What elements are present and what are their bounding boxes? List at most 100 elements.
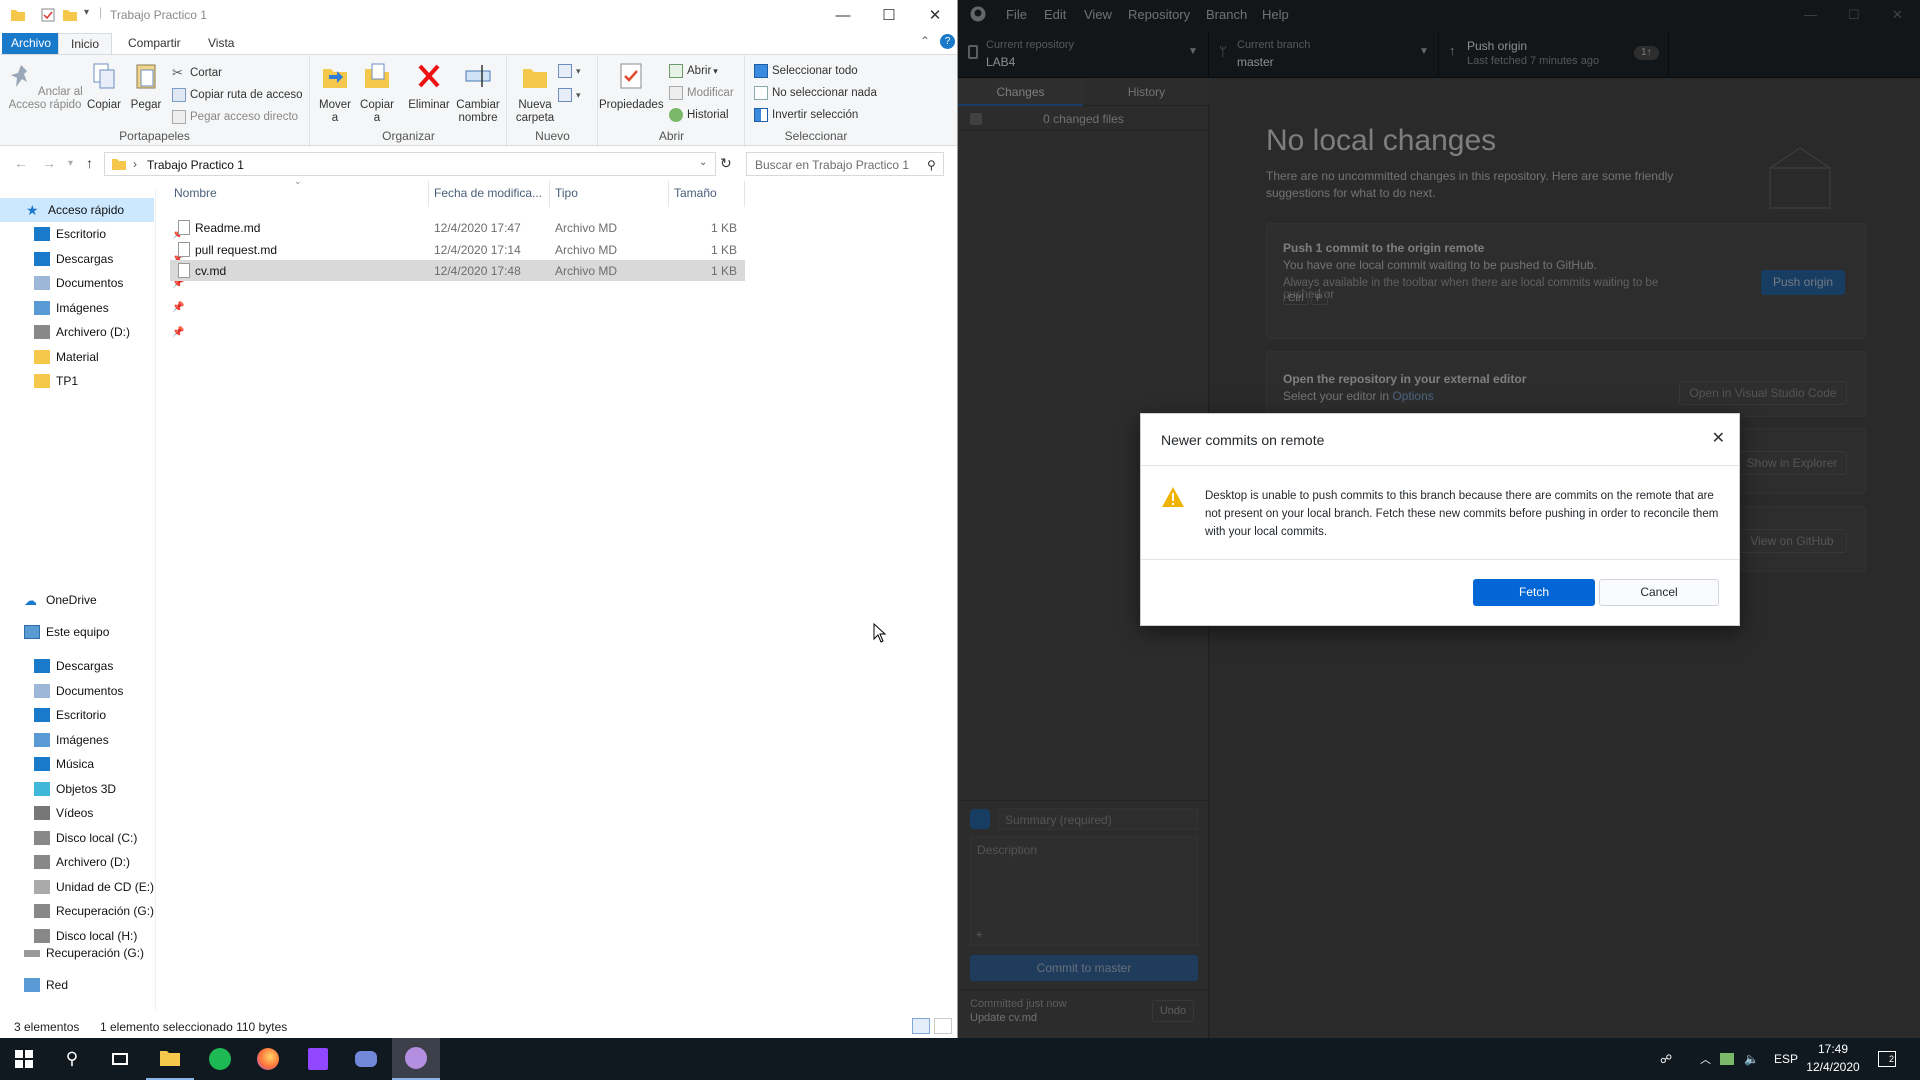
collapse-ribbon-icon[interactable]: ⌃ [920, 34, 930, 48]
close-button[interactable]: ✕ [912, 0, 957, 30]
pin-icon[interactable]: 📌 [172, 302, 184, 313]
tab-inicio[interactable]: Inicio [58, 33, 113, 55]
task-view-icon[interactable] [96, 1038, 144, 1080]
paste-shortcut-button[interactable]: Pegar acceso directo [172, 107, 298, 127]
nav-quick-item[interactable]: Imágenes 📌 [34, 296, 184, 320]
invert-selection-button[interactable]: Invertir selección [754, 105, 858, 125]
nav-quick-item[interactable]: Material [34, 345, 99, 369]
volume-icon[interactable]: 🔈 [1744, 1038, 1759, 1080]
nav-onedrive[interactable]: ☁ OneDrive [24, 588, 97, 612]
forward-arrow-icon[interactable]: → [42, 155, 56, 171]
pin-quick-access-button[interactable]: Anclar al Acceso rápido [6, 61, 84, 112]
col-tamano[interactable]: Tamaño [674, 186, 717, 206]
address-field[interactable]: › Trabajo Practico 1 ⌄ [104, 152, 716, 176]
cancel-button[interactable]: Cancel [1599, 579, 1719, 606]
tab-archivo[interactable]: Archivo [2, 33, 61, 54]
table-row[interactable]: cv.md 12/4/2020 17:48 Archivo MD 1 KB [170, 260, 745, 281]
nav-pc-item[interactable]: Imágenes [34, 728, 109, 752]
copy-path-button[interactable]: Copiar ruta de acceso [172, 85, 303, 105]
back-arrow-icon[interactable]: ← [14, 155, 28, 171]
file-explorer-taskbar-icon[interactable] [146, 1038, 194, 1080]
col-tipo[interactable]: Tipo [555, 186, 578, 206]
properties-icon[interactable] [40, 7, 56, 23]
nav-quick-item[interactable]: Archivero (D:) 📌 [34, 320, 184, 344]
nav-pc-item[interactable]: Documentos [34, 679, 123, 703]
nav-quick-item[interactable]: Documentos 📌 [34, 271, 184, 295]
nav-recuperacion[interactable]: Recuperación (G:) [24, 941, 144, 965]
col-fecha[interactable]: Fecha de modifica... [434, 186, 542, 206]
table-row[interactable]: pull request.md 12/4/2020 17:14 Archivo MD… [170, 239, 745, 260]
people-icon[interactable]: ☍ [1660, 1038, 1672, 1080]
tab-compartir[interactable]: Compartir [116, 33, 193, 54]
search-input[interactable]: Buscar en Trabajo Practico 1 ⚲ [746, 152, 944, 176]
cut-button[interactable]: ✂ Cortar [172, 63, 222, 83]
table-row[interactable]: Readme.md 12/4/2020 17:47 Archivo MD 1 KB [170, 217, 745, 238]
paste-button[interactable]: Pegar [126, 61, 166, 112]
properties-button[interactable]: Propiedades [599, 61, 664, 112]
move-to-button[interactable]: Mover a [315, 61, 355, 125]
details-view-icon[interactable] [912, 1018, 930, 1034]
large-icons-view-icon[interactable] [934, 1018, 952, 1034]
nav-pc-item[interactable]: Objetos 3D [34, 777, 116, 801]
start-button[interactable] [0, 1038, 48, 1080]
tab-vista[interactable]: Vista [196, 33, 246, 54]
chevron-down-icon[interactable]: ⌄ [699, 157, 707, 168]
firefox-icon[interactable] [244, 1038, 292, 1080]
spotify-icon[interactable] [196, 1038, 244, 1080]
nav-acceso-rapido[interactable]: ★ Acceso rápido [0, 198, 154, 222]
nav-pc-item[interactable]: Disco local (C:) [34, 826, 137, 850]
nav-red[interactable]: Red [24, 973, 68, 997]
search-taskbar-icon[interactable]: ⚲ [48, 1038, 96, 1080]
col-nombre[interactable]: Nombre [174, 186, 217, 206]
delete-button[interactable]: Eliminar [407, 61, 451, 112]
twitch-icon[interactable] [294, 1038, 342, 1080]
fetch-button[interactable]: Fetch [1473, 579, 1595, 606]
select-all-button[interactable]: Seleccionar todo [754, 61, 858, 81]
new-item-button[interactable]: ▾ [558, 61, 581, 81]
nav-pc-item[interactable]: Recuperación (G:) [34, 899, 154, 923]
language-indicator[interactable]: ESP [1774, 1038, 1798, 1080]
nav-pc-item[interactable]: Descargas [34, 654, 113, 678]
show-hidden-icons-icon[interactable]: ︿ [1700, 1038, 1711, 1080]
nav-pc-item[interactable]: Música [34, 752, 94, 776]
nav-quick-item[interactable]: Descargas 📌 [34, 247, 184, 271]
nav-pc-item[interactable]: Escritorio [34, 703, 106, 727]
nav-pc-item[interactable]: Vídeos [34, 801, 93, 825]
rename-button[interactable]: Cambiar nombre [453, 61, 503, 125]
minimize-button[interactable]: — [820, 0, 866, 30]
select-none-button[interactable]: No seleccionar nada [754, 83, 877, 103]
new-folder-icon[interactable] [62, 7, 78, 23]
column-separator[interactable] [549, 181, 550, 207]
copy-button[interactable]: Copiar [84, 61, 124, 112]
address-path[interactable]: Trabajo Practico 1 [147, 158, 244, 172]
up-arrow-icon[interactable]: ↑ [86, 155, 93, 171]
notifications-icon[interactable]: 2 [1878, 1038, 1896, 1080]
clock-time[interactable]: 17:49 [1808, 1042, 1858, 1056]
nav-pc-item[interactable]: Archivero (D:) [34, 850, 130, 874]
pane-divider[interactable] [155, 190, 156, 1010]
pin-icon[interactable]: 📌 [172, 327, 184, 338]
clock-date[interactable]: 12/4/2020 [1800, 1060, 1866, 1074]
history-button[interactable]: Historial [669, 105, 729, 125]
nav-este-equipo[interactable]: Este equipo [24, 620, 109, 644]
column-separator[interactable] [744, 181, 745, 207]
help-icon[interactable]: ? [940, 34, 955, 49]
new-folder-button[interactable]: Nueva carpeta [510, 61, 560, 125]
discord-icon[interactable] [342, 1038, 390, 1080]
dialog-close-icon[interactable]: ✕ [1712, 428, 1725, 448]
nav-pc-item[interactable]: Unidad de CD (E:) [34, 875, 154, 899]
github-desktop-taskbar-icon[interactable] [392, 1038, 440, 1080]
easy-access-button[interactable]: ▾ [558, 85, 581, 105]
column-separator[interactable] [668, 181, 669, 207]
network-tray-icon[interactable] [1720, 1038, 1734, 1080]
nav-quick-item[interactable]: Escritorio📌 [34, 222, 184, 246]
maximize-button[interactable]: ☐ [866, 0, 912, 30]
nav-quick-item[interactable]: TP1 [34, 369, 78, 393]
open-button[interactable]: Abrir ▾ [669, 61, 718, 81]
copy-to-button[interactable]: Copiar a [357, 61, 397, 125]
customize-quick-access-icon[interactable]: ▾ [84, 7, 89, 18]
refresh-icon[interactable]: ↻ [720, 155, 732, 172]
recent-locations-icon[interactable]: ▾ [68, 158, 73, 169]
edit-button[interactable]: Modificar [669, 83, 734, 103]
column-separator[interactable] [428, 181, 429, 207]
